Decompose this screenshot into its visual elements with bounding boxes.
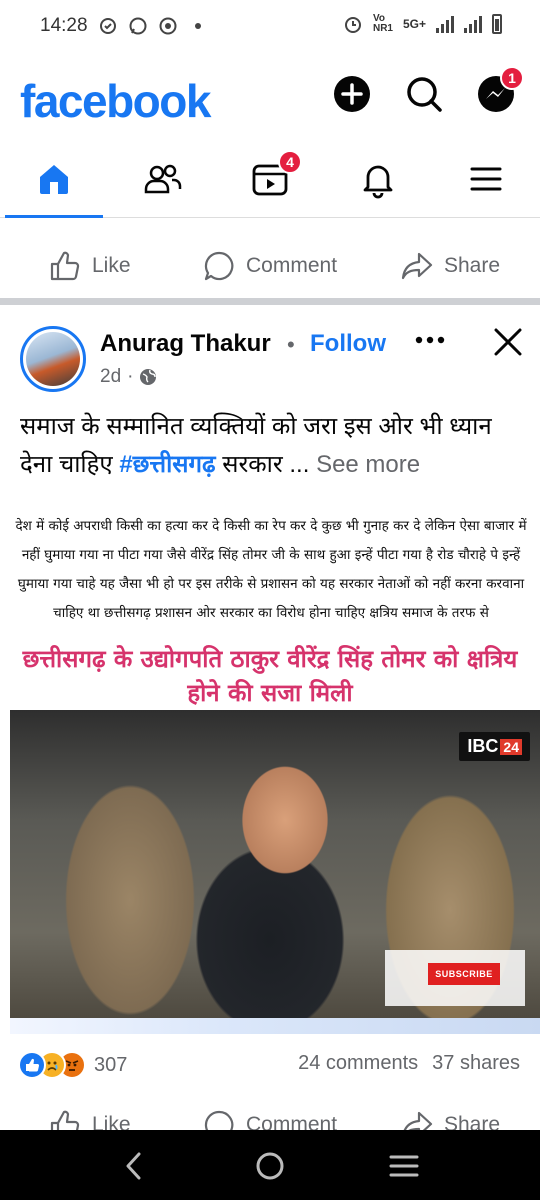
back-chevron-icon	[126, 1152, 141, 1180]
follow-button[interactable]: Follow	[310, 330, 386, 358]
subscribe-badge: SUBSCRIBE	[428, 963, 500, 985]
tab-friends[interactable]	[132, 156, 192, 202]
status-bar: 14:28 Vo NR1 5G+	[0, 0, 540, 52]
video-badge: 4	[278, 150, 302, 174]
search-icon	[407, 77, 442, 112]
like-label: Like	[92, 254, 131, 277]
comment-button[interactable]: Comment	[202, 249, 337, 283]
share-count[interactable]: 37 shares	[432, 1052, 520, 1075]
post-comment-button[interactable]: Comment	[202, 1108, 337, 1132]
back-button[interactable]	[114, 1150, 154, 1182]
home-circle-icon	[256, 1152, 284, 1180]
hamburger-menu-icon	[470, 167, 502, 191]
comment-icon	[204, 1110, 234, 1132]
search-button[interactable]	[404, 74, 444, 114]
sync-icon	[98, 16, 118, 36]
post-actions: Like Comment Share	[0, 1106, 540, 1132]
engagement-counts: 24 comments 37 shares	[298, 1052, 520, 1075]
alarm-icon	[343, 14, 363, 34]
post-hashtag[interactable]: #छत्तीसगढ़	[119, 451, 215, 478]
author-separator: •	[287, 332, 295, 357]
app-header: facebook 1	[0, 60, 540, 140]
post-share-button[interactable]: Share	[400, 1108, 500, 1132]
post-meta: 2d ·	[100, 366, 157, 388]
share-button[interactable]: Share	[400, 249, 500, 283]
tab-menu[interactable]	[456, 156, 516, 202]
post-photo[interactable]: IBC 24 SUBSCRIBE	[10, 710, 540, 1028]
main-nav: 4	[0, 148, 540, 218]
image-headline: छत्तीसगढ़ के उद्योगपति ठाकुर वीरेंद्र सि…	[22, 645, 518, 707]
post-options-button[interactable]	[412, 328, 448, 352]
reaction-count: 307	[94, 1053, 128, 1076]
post-like-button[interactable]: Like	[48, 1108, 131, 1132]
thumbs-up-icon	[50, 251, 80, 281]
system-navigation-bar	[0, 1130, 540, 1200]
network-type: 5G+	[402, 17, 426, 31]
comment-icon	[204, 251, 234, 281]
battery-icon	[492, 14, 502, 34]
channel-logo: IBC 24	[459, 732, 530, 761]
home-icon	[40, 165, 68, 194]
recents-button[interactable]	[384, 1150, 424, 1182]
recents-icon	[389, 1155, 419, 1177]
globe-icon	[140, 369, 157, 385]
signal-icon-2	[464, 15, 482, 33]
home-system-button[interactable]	[250, 1150, 290, 1182]
tab-home[interactable]	[24, 156, 84, 202]
thumbs-up-icon	[50, 1110, 80, 1132]
see-more-link[interactable]: See more	[316, 451, 420, 478]
post-time[interactable]: 2d	[100, 366, 121, 388]
more-notifications-dot-icon	[188, 16, 208, 36]
plus-circle-icon	[334, 76, 370, 112]
whatsapp-icon	[128, 16, 148, 36]
post-author[interactable]: Anurag Thakur	[100, 330, 271, 358]
messenger-badge: 1	[500, 66, 524, 90]
photo-bottom-strip	[10, 1018, 540, 1034]
messenger-button[interactable]: 1	[476, 66, 524, 114]
previous-post-actions: Like Comment Share	[0, 236, 540, 296]
like-reaction-icon	[18, 1051, 46, 1079]
share-icon	[402, 1111, 433, 1132]
hide-post-button[interactable]	[490, 324, 526, 360]
friends-icon	[144, 164, 182, 194]
active-tab-indicator	[5, 215, 103, 218]
reaction-summary[interactable]: 307	[18, 1050, 127, 1080]
tab-notifications[interactable]	[348, 156, 408, 202]
avatar-image	[26, 332, 80, 386]
comment-count[interactable]: 24 comments	[298, 1052, 418, 1075]
app-notification-icon	[158, 16, 178, 36]
avatar[interactable]	[20, 326, 86, 392]
image-caption-text: देश में कोई अपराधी किसी का हत्या कर दे क…	[15, 518, 527, 621]
facebook-logo[interactable]: facebook	[20, 74, 211, 128]
tab-video[interactable]: 4	[240, 150, 302, 202]
network-label: Vo NR1	[372, 13, 393, 34]
comment-label: Comment	[246, 254, 338, 277]
feed-divider	[0, 298, 540, 305]
close-icon	[494, 328, 522, 356]
share-label: Share	[444, 254, 501, 277]
create-button[interactable]	[332, 74, 372, 114]
signal-icon	[436, 15, 454, 33]
post-text: समाज के सम्मानित व्यक्तियों को जरा इस ओर…	[20, 408, 525, 484]
bell-icon	[363, 165, 393, 199]
like-button[interactable]: Like	[48, 249, 131, 283]
share-icon	[401, 252, 433, 280]
meta-dot: ·	[127, 366, 134, 387]
post-text-after: सरकार ...	[215, 451, 310, 478]
status-time: 14:28	[40, 15, 88, 36]
more-horizontal-icon	[415, 336, 445, 344]
